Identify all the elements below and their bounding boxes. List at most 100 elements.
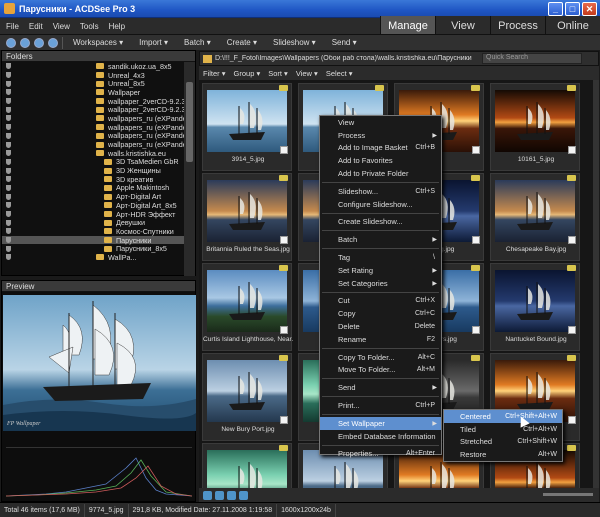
folders-scrollbar[interactable] xyxy=(184,62,195,276)
folder-item[interactable]: wallpapers_ru (eXPanded)-1 xyxy=(2,114,185,123)
folder-item[interactable]: Арт-HDR Эффект xyxy=(2,210,185,219)
slideshow-button[interactable]: Slideshow ▾ xyxy=(267,38,322,47)
menu-item-add-to-private-folder[interactable]: Add to Private Folder xyxy=(320,167,441,180)
wallpaper-centered[interactable]: Centered Ctrl+Shift+Alt+W xyxy=(444,410,562,423)
menu-item-delete[interactable]: Delete Delete xyxy=(320,320,441,333)
folder-item[interactable]: Wallpaper xyxy=(2,88,185,97)
select-checkbox[interactable] xyxy=(568,326,576,334)
menu-help[interactable]: Help xyxy=(109,22,125,31)
select-checkbox[interactable] xyxy=(472,326,480,334)
maximize-button[interactable]: □ xyxy=(565,2,580,16)
folder-item[interactable]: wallpaper_2verCD-9.2.3_8x5 xyxy=(2,105,185,114)
folder-item[interactable]: Арт-Digital Art_8x5 xyxy=(2,201,185,210)
folder-item[interactable]: Космос-Спутники xyxy=(2,227,185,236)
select-checkbox[interactable] xyxy=(568,416,576,424)
folder-item[interactable]: wallpapers_ru (eXPanded)-2_ xyxy=(2,140,185,149)
select-menu[interactable]: Select ▾ xyxy=(326,69,353,78)
share-icon[interactable] xyxy=(239,490,248,500)
thumbnail-item[interactable]: 3914_5.jpg xyxy=(202,83,292,171)
thumbnail-item[interactable]: Nantucket Bound.jpg xyxy=(490,263,580,351)
folder-item[interactable]: Девушки xyxy=(2,218,185,227)
folder-item[interactable]: Unreal_4x3 xyxy=(2,71,185,80)
tab-process[interactable]: Process xyxy=(490,16,545,36)
zoom-slider[interactable] xyxy=(543,493,593,496)
select-checkbox[interactable] xyxy=(280,326,288,334)
thumbnail-item[interactable]: New Bury Port.jpg xyxy=(202,353,292,441)
menu-item-process[interactable]: Process ▶ xyxy=(320,129,441,142)
menu-item-print[interactable]: Print... Ctrl+P xyxy=(320,399,441,412)
folder-item[interactable]: wallpaper_2verCD-9.2.3_4x3 xyxy=(2,97,185,106)
folder-item[interactable]: Парусники_8x5 xyxy=(2,244,185,253)
menu-item-move-to-folder[interactable]: Move To Folder... Alt+M xyxy=(320,364,441,377)
folder-item[interactable]: wallpapers_ru (eXPanded)-2 xyxy=(2,131,185,140)
workspaces-button[interactable]: Workspaces ▾ xyxy=(67,38,129,47)
menu-item-cut[interactable]: Cut Ctrl+X xyxy=(320,295,441,308)
folder-item[interactable]: 3D Женщины xyxy=(2,166,185,175)
menu-item-add-to-favorites[interactable]: Add to Favorites xyxy=(320,154,441,167)
folder-item[interactable]: Арт-Digital Art xyxy=(2,192,185,201)
folder-item[interactable]: Парусники xyxy=(2,236,185,245)
select-checkbox[interactable] xyxy=(568,146,576,154)
refresh-icon[interactable] xyxy=(48,37,58,48)
select-checkbox[interactable] xyxy=(472,146,480,154)
path-text[interactable]: D:\!!!_F_Fotol\Images\Wallpapers (Обои р… xyxy=(215,55,475,62)
send-button[interactable]: Send ▾ xyxy=(326,38,363,47)
select-checkbox[interactable] xyxy=(472,236,480,244)
select-checkbox[interactable] xyxy=(280,236,288,244)
thumbnail-item[interactable]: Chesapeake Bay.jpg xyxy=(490,173,580,261)
wallpaper-stretched[interactable]: Stretched Ctrl+Shift+W xyxy=(444,436,562,449)
thumbnail-item[interactable]: 10161_5.jpg xyxy=(490,83,580,171)
quick-search-input[interactable]: Quick Search xyxy=(482,53,582,64)
menu-item-embed-database-information[interactable]: Embed Database Information xyxy=(320,430,441,443)
menu-item-send[interactable]: Send ▶ xyxy=(320,381,441,394)
select-checkbox[interactable] xyxy=(280,146,288,154)
wallpaper-tiled[interactable]: Tiled Ctrl+Alt+W xyxy=(444,423,562,436)
menu-item-batch[interactable]: Batch ▶ xyxy=(320,233,441,246)
menu-item-view[interactable]: View xyxy=(320,116,441,129)
filter-menu[interactable]: Filter ▾ xyxy=(203,69,226,78)
image-basket-icon[interactable] xyxy=(203,490,212,500)
select-checkbox[interactable] xyxy=(568,236,576,244)
thumbnail-item[interactable] xyxy=(202,443,292,488)
view-menu[interactable]: View ▾ xyxy=(296,69,318,78)
grid-scrollbar[interactable] xyxy=(593,80,599,488)
create-button[interactable]: Create ▾ xyxy=(221,38,263,47)
menu-item-set-categories[interactable]: Set Categories ▶ xyxy=(320,277,441,290)
folder-item[interactable]: walls.kristishka.eu xyxy=(2,149,185,158)
minimize-button[interactable]: _ xyxy=(548,2,563,16)
wallpaper-restore[interactable]: Restore Alt+W xyxy=(444,448,562,461)
menu-view[interactable]: View xyxy=(53,22,70,31)
close-button[interactable]: ✕ xyxy=(582,2,597,16)
menu-item-rename[interactable]: Rename F2 xyxy=(320,333,441,346)
tab-online[interactable]: Online xyxy=(545,16,600,36)
menu-tools[interactable]: Tools xyxy=(80,22,99,31)
thumbnail-item[interactable]: Curtis Island Lighthouse, Near... xyxy=(202,263,293,351)
menu-item-tag[interactable]: Tag \ xyxy=(320,251,441,264)
menu-item-slideshow[interactable]: Slideshow... Ctrl+S xyxy=(320,185,441,198)
select-checkbox[interactable] xyxy=(280,416,288,424)
tab-view[interactable]: View xyxy=(435,16,490,36)
forward-icon[interactable] xyxy=(20,37,30,48)
folder-item[interactable]: 3D креатив xyxy=(2,175,185,184)
folder-item[interactable]: Apple Makintosh xyxy=(2,183,185,192)
import-button[interactable]: Import ▾ xyxy=(133,38,174,47)
folder-item[interactable]: Unreal_8x5 xyxy=(2,79,185,88)
menu-item-add-to-image-basket[interactable]: Add to Image Basket Ctrl+B xyxy=(320,142,441,155)
folder-item[interactable]: sandik.ukoz.ua_8x5 xyxy=(2,62,185,71)
menu-item-copy[interactable]: Copy Ctrl+C xyxy=(320,307,441,320)
batch-button[interactable]: Batch ▾ xyxy=(178,38,217,47)
home-icon[interactable] xyxy=(34,37,44,48)
back-icon[interactable] xyxy=(6,37,16,48)
menu-item-configure-slideshow[interactable]: Configure Slideshow... xyxy=(320,198,441,211)
folder-item[interactable]: 3D TsaMedien GbR xyxy=(2,157,185,166)
group-menu[interactable]: Group ▾ xyxy=(234,69,261,78)
sort-menu[interactable]: Sort ▾ xyxy=(268,69,288,78)
tab-manage[interactable]: Manage xyxy=(380,16,435,36)
menu-item-create-slideshow[interactable]: Create Slideshow... xyxy=(320,216,441,229)
menu-item-set-rating[interactable]: Set Rating ▶ xyxy=(320,264,441,277)
menu-edit[interactable]: Edit xyxy=(29,22,43,31)
menu-item-copy-to-folder[interactable]: Copy To Folder... Alt+C xyxy=(320,351,441,364)
compare-icon[interactable] xyxy=(227,490,236,500)
folder-item[interactable]: wallpapers_ru (eXPanded)-1_ xyxy=(2,123,185,132)
folder-item[interactable]: WallPa... xyxy=(2,253,185,262)
